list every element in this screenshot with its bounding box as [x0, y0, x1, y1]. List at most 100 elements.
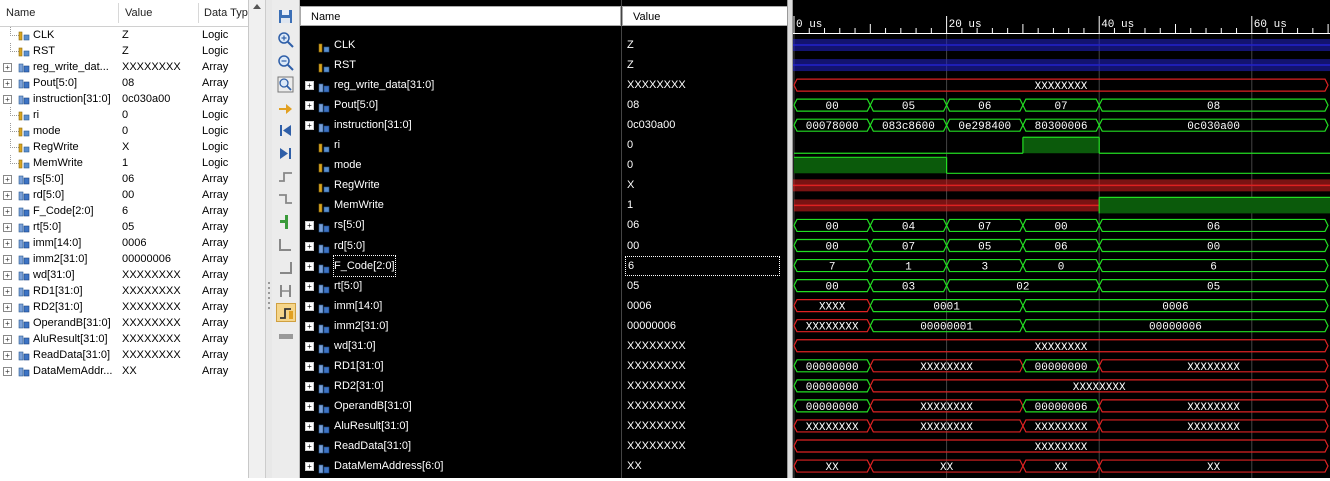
- expand-icon[interactable]: +: [3, 255, 12, 264]
- add-marker-button[interactable]: [276, 212, 296, 231]
- waveform-reg-write-data[interactable]: XXXXXXXX: [793, 78, 1329, 93]
- wave-signal-value[interactable]: XXXXXXXX: [627, 376, 686, 396]
- go-to-end-button[interactable]: [276, 144, 296, 163]
- waveform-rd[interactable]: 00 07 05 06 00: [793, 238, 1329, 254]
- wave-signal-value[interactable]: Z: [627, 55, 634, 75]
- waveform-rd1[interactable]: 00000000 XXXXXXXX 00000000 XXXXXXXX: [793, 359, 1329, 374]
- expand-icon[interactable]: +: [3, 367, 12, 376]
- wave-signal-value[interactable]: XXXXXXXX: [627, 436, 686, 456]
- time-ruler[interactable]: [793, 0, 1330, 33]
- wave-signal-value[interactable]: 0c030a00: [627, 115, 675, 135]
- wave-signal-row[interactable]: CLK: [300, 35, 621, 55]
- wave-signal-value[interactable]: 0006: [627, 296, 651, 316]
- expand-icon[interactable]: +: [305, 241, 314, 251]
- expand-icon[interactable]: +: [3, 191, 12, 200]
- save-button[interactable]: [276, 7, 296, 26]
- previous-transition-button[interactable]: [276, 167, 296, 186]
- waveform-rd2[interactable]: 00000000 XXXXXXXX: [793, 379, 1329, 394]
- expand-icon[interactable]: +: [3, 287, 12, 296]
- object-row[interactable]: + RD1[31:0] XXXXXXXX Array: [0, 283, 248, 299]
- wave-signal-value[interactable]: 0: [627, 135, 633, 155]
- wave-signal-row[interactable]: + DataMemAddress[6:0]: [300, 456, 621, 476]
- wave-signal-row[interactable]: + wd[31:0]: [300, 336, 621, 356]
- previous-marker-button[interactable]: [276, 235, 296, 254]
- wave-signal-value[interactable]: 06: [627, 215, 639, 235]
- waveform-aluresult[interactable]: XXXXXXXX XXXXXXXX XXXXXXXX XXXXXXXX: [793, 419, 1329, 434]
- expand-icon[interactable]: +: [3, 223, 12, 232]
- wave-signal-row[interactable]: + imm2[31:0]: [300, 316, 621, 336]
- waveform-rst[interactable]: [793, 59, 1330, 72]
- expand-icon[interactable]: +: [305, 101, 314, 111]
- column-header-data-type[interactable]: Data Typ: [204, 7, 248, 19]
- object-row[interactable]: + ReadData[31:0] XXXXXXXX Array: [0, 347, 248, 363]
- object-row[interactable]: + imm[14:0] 0006 Array: [0, 235, 248, 251]
- expand-icon[interactable]: +: [305, 401, 314, 411]
- waveform-memwrite[interactable]: [794, 196, 1330, 214]
- wave-signal-row[interactable]: + F_Code[2:0]: [300, 254, 621, 277]
- waveform-clk[interactable]: [793, 39, 1330, 51]
- expand-icon[interactable]: +: [305, 421, 314, 431]
- wave-signal-row[interactable]: MemWrite: [300, 195, 621, 215]
- object-row[interactable]: + DataMemAddr... XX Array: [0, 363, 248, 379]
- object-row[interactable]: ri 0 Logic: [0, 107, 248, 123]
- wave-signal-value[interactable]: X: [627, 175, 634, 195]
- waveform-rs[interactable]: 00 04 07 00 06: [793, 218, 1329, 233]
- zoom-in-button[interactable]: [276, 30, 296, 49]
- waveform-f-code[interactable]: 7 1 3 0 6: [793, 258, 1329, 274]
- object-row[interactable]: + AluResult[31:0] XXXXXXXX Array: [0, 331, 248, 347]
- expand-icon[interactable]: +: [3, 335, 12, 344]
- object-row[interactable]: + reg_write_dat... XXXXXXXX Array: [0, 59, 248, 75]
- waveform-imm[interactable]: XXXX 0001 0006: [793, 299, 1329, 314]
- expand-icon[interactable]: +: [3, 79, 12, 88]
- expand-icon[interactable]: +: [305, 261, 314, 271]
- expand-icon[interactable]: +: [3, 63, 12, 72]
- wave-signal-row[interactable]: + Pout[5:0]: [300, 95, 621, 115]
- wave-signal-value[interactable]: 08: [627, 95, 639, 115]
- expand-icon[interactable]: +: [3, 351, 12, 360]
- expand-icon[interactable]: +: [3, 271, 12, 280]
- object-row[interactable]: RST Z Logic: [0, 43, 248, 59]
- expand-icon[interactable]: +: [305, 121, 314, 131]
- object-row[interactable]: + OperandB[31:0] XXXXXXXX Array: [0, 315, 248, 331]
- expand-icon[interactable]: +: [305, 361, 314, 371]
- wave-signal-row[interactable]: + RD2[31:0]: [300, 376, 621, 396]
- go-to-start-button[interactable]: [276, 121, 296, 140]
- column-header-value[interactable]: Value: [125, 7, 152, 19]
- wave-signal-value[interactable]: 0: [627, 155, 633, 175]
- waveform-instruction[interactable]: 00078000 083c8600 0e298400 80300006 0c030a00: [793, 118, 1329, 133]
- expand-icon[interactable]: +: [305, 442, 314, 451]
- object-row[interactable]: + wd[31:0] XXXXXXXX Array: [0, 267, 248, 283]
- expand-icon[interactable]: +: [305, 321, 314, 331]
- next-transition-button[interactable]: [276, 189, 296, 208]
- waveform-operandb[interactable]: 00000000 XXXXXXXX 00000006 XXXXXXXX: [793, 399, 1329, 414]
- waveform-readdata[interactable]: XXXXXXXX: [793, 439, 1329, 454]
- expand-icon[interactable]: +: [305, 462, 314, 472]
- waveform-ri[interactable]: [794, 136, 1330, 154]
- wave-signal-row[interactable]: + rd[5:0]: [300, 236, 621, 256]
- wave-signal-row[interactable]: + imm[14:0]: [300, 296, 621, 316]
- expand-icon[interactable]: +: [305, 281, 314, 291]
- expand-icon[interactable]: +: [3, 239, 12, 248]
- wave-signal-value[interactable]: 00: [627, 236, 639, 256]
- waveform-imm2[interactable]: XXXXXXXX 00000001 00000006: [793, 319, 1329, 334]
- floating-ruler-button[interactable]: [276, 326, 296, 345]
- object-row[interactable]: + instruction[31:0] 0c030a00 Array: [0, 91, 248, 107]
- object-row[interactable]: RegWrite X Logic: [0, 139, 248, 155]
- waveform-area[interactable]: 0 us 20 us 40 us 60 us XXXXXXXX 00 05 06 07 08 000…: [793, 0, 1330, 478]
- wave-signal-row[interactable]: RST: [300, 55, 621, 75]
- wave-signal-row[interactable]: ri: [300, 135, 621, 155]
- object-row[interactable]: + RD2[31:0] XXXXXXXX Array: [0, 299, 248, 315]
- wave-signal-row[interactable]: + OperandB[31:0]: [300, 396, 621, 416]
- object-row[interactable]: + imm2[31:0] 00000006 Array: [0, 251, 248, 267]
- waveform-pout[interactable]: 00 05 06 07 08: [793, 98, 1329, 113]
- expand-icon[interactable]: +: [305, 381, 314, 391]
- wave-signal-row[interactable]: + RD1[31:0]: [300, 356, 621, 376]
- expand-icon[interactable]: +: [3, 303, 12, 312]
- column-header-name[interactable]: Name: [6, 7, 35, 19]
- expand-icon[interactable]: +: [3, 95, 12, 104]
- object-row[interactable]: + rt[5:0] 05 Array: [0, 219, 248, 235]
- wave-signal-row[interactable]: + AluResult[31:0]: [300, 416, 621, 436]
- waveform-canvas[interactable]: 0 us 20 us 40 us 60 usXXXXXXXX00 05 06 07 08000…: [793, 0, 1330, 478]
- expand-icon[interactable]: +: [3, 207, 12, 216]
- expand-icon[interactable]: +: [305, 81, 314, 91]
